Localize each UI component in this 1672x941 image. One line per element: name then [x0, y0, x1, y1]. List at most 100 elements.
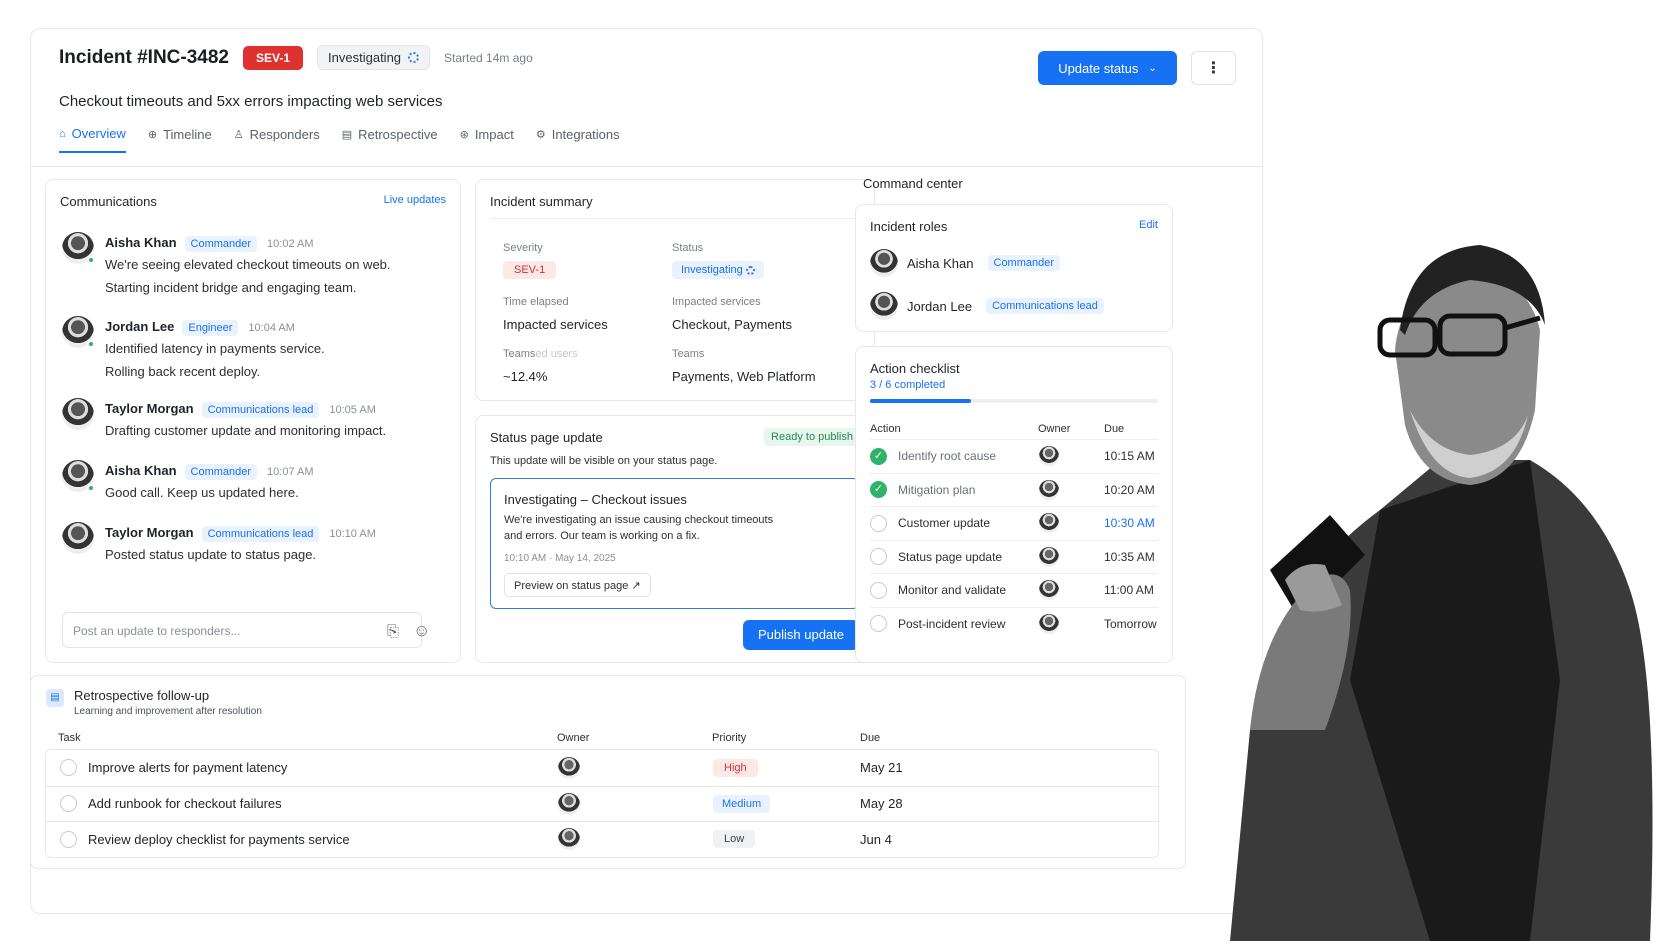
column-header: Due: [860, 732, 881, 744]
globe-icon: ⊛: [459, 129, 469, 141]
author-name: Taylor Morgan: [105, 525, 194, 540]
column-header: Priority: [712, 732, 747, 744]
status-text: Investigating: [681, 264, 743, 276]
checklist-row[interactable]: ✓ Identify root cause 10:15 AM: [870, 439, 1158, 473]
preview-button[interactable]: Preview on status page ↗: [504, 573, 651, 597]
tab-label: Timeline: [163, 127, 212, 142]
checklist-row[interactable]: Post-incident review Tomorrow: [870, 606, 1158, 641]
panel-subtitle: Learning and improvement after resolutio…: [74, 706, 262, 717]
checklist-row[interactable]: Monitor and validate 11:00 AM: [870, 573, 1158, 607]
tab-impact[interactable]: ⊛ Impact: [460, 126, 514, 153]
table-row[interactable]: Add runbook for checkout failures Medium M…: [46, 785, 1158, 822]
due-date: Jun 4: [860, 831, 892, 847]
update-title: Investigating – Checkout issues: [504, 492, 687, 507]
message-time: 10:07 AM: [267, 466, 314, 478]
avatar: [558, 828, 580, 851]
divider: [490, 218, 860, 219]
role-badge: Commander: [987, 255, 1061, 271]
more-options-button[interactable]: ⋮: [1191, 51, 1236, 85]
online-indicator: [87, 484, 95, 492]
incident-header: Incident #INC-3482 SEV-1 Investigating S…: [59, 45, 533, 70]
due-date: May 21: [860, 760, 903, 776]
checkbox[interactable]: [870, 615, 887, 633]
author-name: Jordan Lee: [105, 319, 175, 334]
tab-timeline[interactable]: ⊕ Timeline: [148, 126, 212, 153]
checkbox[interactable]: [870, 548, 887, 566]
column-header: Owner: [557, 732, 590, 744]
post-update-input[interactable]: Post an update to responders...: [62, 612, 422, 648]
attachment-icon[interactable]: ⎘: [387, 623, 399, 640]
plug-icon: ⚙: [535, 129, 546, 141]
publish-update-button[interactable]: Publish update: [743, 620, 859, 650]
message-time: 10:02 AM: [267, 238, 314, 250]
column-header: Due: [1104, 423, 1125, 435]
check-icon[interactable]: ✓: [870, 447, 887, 465]
started-time: Started 14m ago: [444, 50, 533, 65]
checkbox[interactable]: [60, 830, 77, 848]
tab-retrospective[interactable]: ▤ Retrospective: [342, 126, 438, 153]
impacted-services-label: Impacted services: [672, 296, 761, 308]
retro-table: Improve alerts for payment latency High Ma…: [45, 749, 1159, 858]
check-icon[interactable]: ✓: [870, 481, 887, 499]
avatar: [62, 522, 94, 554]
checkbox[interactable]: [60, 795, 77, 813]
incident-roles-panel: Incident roles Edit Aisha Khan Commander …: [855, 204, 1173, 332]
message-text: Identified latency in payments service.: [105, 341, 325, 356]
avatar: [870, 249, 898, 277]
avatar: [62, 398, 94, 430]
divider: [31, 166, 1262, 167]
avatar: [1039, 546, 1059, 567]
checklist-row[interactable]: ✓ Mitigation plan 10:20 AM: [870, 472, 1158, 507]
avatar: [62, 460, 95, 492]
avatar: [870, 292, 898, 320]
online-indicator: [87, 256, 95, 264]
role-badge: Commander: [184, 236, 258, 252]
table-row[interactable]: Review deploy checklist for payments ser…: [46, 821, 1158, 857]
message-item: Jordan Lee Engineer 10:04 AM Identified la…: [62, 316, 442, 386]
role-badge: Communications lead: [201, 526, 320, 542]
action-label: Status page update: [898, 549, 1003, 564]
role-badge: Communications lead: [201, 402, 320, 418]
checkbox[interactable]: [870, 514, 887, 532]
task-label: Improve alerts for payment latency: [88, 760, 288, 776]
incident-summary-panel: Incident summary Severity SEV-1 Status I…: [475, 179, 875, 401]
column-header: Task: [58, 732, 81, 744]
checklist-row[interactable]: Status page update 10:35 AM: [870, 539, 1158, 574]
severity-value: SEV-1: [503, 260, 557, 279]
table-row[interactable]: Improve alerts for payment latency High Ma…: [46, 750, 1158, 786]
role-person-name: Aisha Khan: [907, 255, 974, 271]
due-time: 10:35 AM: [1104, 549, 1155, 564]
update-status-label: Update status: [1058, 60, 1139, 76]
checkbox[interactable]: [60, 759, 77, 777]
status-badge: Investigating: [672, 261, 764, 279]
status-label: Investigating: [328, 50, 402, 65]
tab-label: Impact: [474, 127, 514, 142]
message-text: Rolling back recent deploy.: [105, 364, 261, 379]
external-link-icon: ↗: [631, 580, 641, 592]
tab-label: Responders: [249, 127, 320, 142]
progress-text: 3 / 6 completed: [870, 379, 946, 391]
online-indicator: [87, 340, 95, 348]
checkbox[interactable]: [870, 581, 887, 599]
tab-label: Overview: [71, 126, 126, 141]
checklist-row[interactable]: Customer update 10:30 AM: [870, 506, 1158, 540]
chevron-down-icon: ⌄: [1148, 62, 1157, 74]
edit-roles-link[interactable]: Edit: [1139, 219, 1158, 231]
emoji-icon[interactable]: ☺: [413, 621, 430, 641]
incident-description: Checkout timeouts and 5xx errors impacti…: [59, 93, 443, 110]
due-time: 10:30 AM: [1104, 516, 1155, 531]
action-label: Customer update: [898, 516, 991, 531]
severity-badge: SEV-1: [503, 261, 557, 279]
status-label: Status: [672, 242, 704, 254]
task-label: Add runbook for checkout failures: [88, 796, 282, 812]
tab-overview[interactable]: ⌂ Overview: [59, 126, 126, 153]
panel-title: Incident roles: [870, 219, 948, 234]
tab-responders[interactable]: ♙ Responders: [234, 126, 320, 153]
ready-badge: Ready to publish: [764, 428, 860, 446]
live-updates-link[interactable]: Live updates: [384, 194, 446, 206]
due-time: 11:00 AM: [1104, 583, 1154, 598]
tab-integrations[interactable]: ⚙ Integrations: [536, 126, 620, 153]
avatar: [62, 232, 95, 264]
impacted-services-value: Checkout, Payments: [672, 317, 792, 332]
update-status-button[interactable]: Update status ⌄: [1038, 51, 1177, 85]
